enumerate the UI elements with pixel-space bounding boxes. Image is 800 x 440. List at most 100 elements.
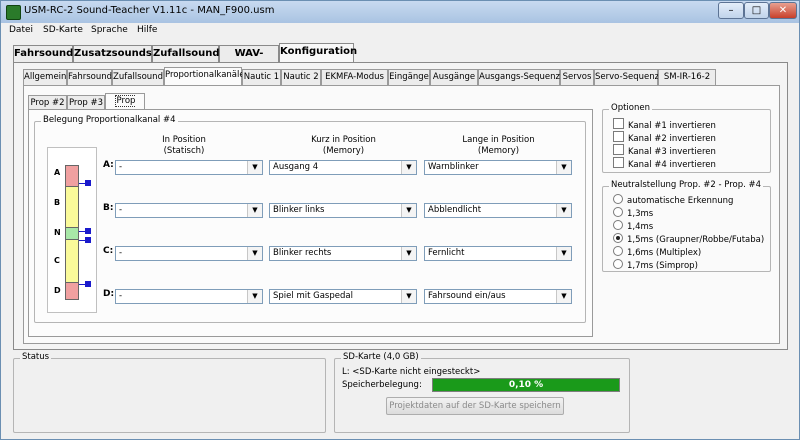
combo-a-static[interactable]: - ▼ — [115, 160, 263, 175]
radio-1-4ms[interactable]: 1,4ms — [613, 220, 653, 232]
radio-1-7ms[interactable]: 1,7ms (Simprop) — [613, 259, 698, 271]
chevron-down-icon[interactable]: ▼ — [401, 247, 416, 260]
tab-servos[interactable]: Servos — [560, 69, 594, 85]
radio-label: 1,4ms — [627, 222, 654, 232]
combo-d-static[interactable]: - ▼ — [115, 289, 263, 304]
menu-hilfe[interactable]: Hilfe — [137, 25, 157, 35]
marker-handle-bn[interactable] — [85, 228, 91, 234]
chevron-down-icon[interactable]: ▼ — [247, 204, 262, 217]
checkbox-label: Kanal #3 invertieren — [628, 147, 716, 157]
marker-handle-cd[interactable] — [85, 281, 91, 287]
tab-prop-2[interactable]: Prop #2 — [28, 95, 67, 110]
chevron-down-icon[interactable]: ▼ — [556, 247, 571, 260]
status-group-legend: Status — [20, 352, 52, 362]
combo-a-long[interactable]: Warnblinker ▼ — [424, 160, 572, 175]
tab-ausgaenge[interactable]: Ausgänge — [430, 69, 478, 85]
tab-config-zufallsound[interactable]: Zufallsound — [112, 69, 164, 85]
combo-c-static[interactable]: - ▼ — [115, 246, 263, 261]
channel-position-diagram: A B N C D — [47, 147, 97, 313]
chevron-down-icon[interactable]: ▼ — [556, 204, 571, 217]
combo-c-long[interactable]: Fernlicht ▼ — [424, 246, 572, 261]
tab-ausgangs-sequenz[interactable]: Ausgangs-Sequenz — [478, 69, 560, 85]
checkbox-box[interactable] — [613, 131, 624, 142]
diagram-label-c: C — [54, 256, 60, 265]
zone-a — [65, 165, 79, 187]
assignment-group-legend: Belegung Proportionalkanal #4 — [41, 115, 178, 125]
marker-handle-ab[interactable] — [85, 180, 91, 186]
radio-button-selected[interactable] — [613, 233, 623, 243]
tab-nautic-1[interactable]: Nautic 1 — [242, 69, 281, 85]
maximize-button[interactable]: □ — [744, 2, 769, 19]
combo-c-short-value: Blinker rechts — [273, 248, 332, 258]
combo-d-long[interactable]: Fahrsound ein/aus ▼ — [424, 289, 572, 304]
tab-ekmfa-modus[interactable]: EKMFA-Modus — [321, 69, 388, 85]
checkbox-box[interactable] — [613, 157, 624, 168]
tab-nautic-2[interactable]: Nautic 2 — [281, 69, 321, 85]
tab-sm-ir-16-2[interactable]: SM-IR-16-2 — [658, 69, 716, 85]
tab-zufallsounds[interactable]: Zufallsounds — [152, 45, 226, 62]
checkbox-label: Kanal #1 invertieren — [628, 121, 716, 131]
col-head-short-line1: Kurz in Position — [311, 135, 376, 145]
checkbox-invert-kanal-3[interactable]: Kanal #3 invertieren — [613, 144, 716, 157]
combo-b-static-value: - — [119, 205, 123, 215]
radio-button[interactable] — [613, 246, 623, 256]
chevron-down-icon[interactable]: ▼ — [556, 161, 571, 174]
tab-servo-sequenz[interactable]: Servo-Sequenz — [594, 69, 659, 85]
radio-auto-detect[interactable]: automatische Erkennung — [613, 194, 733, 206]
tab-fahrsound[interactable]: Fahrsound — [13, 45, 73, 62]
radio-button[interactable] — [613, 259, 623, 269]
checkbox-label: Kanal #2 invertieren — [628, 134, 716, 144]
radio-1-3ms[interactable]: 1,3ms — [613, 207, 653, 219]
menu-sprache[interactable]: Sprache — [91, 25, 128, 35]
checkbox-invert-kanal-4[interactable]: Kanal #4 invertieren — [613, 157, 716, 170]
checkbox-box[interactable] — [613, 118, 624, 129]
radio-1-6ms[interactable]: 1,6ms (Multiplex) — [613, 246, 701, 258]
radio-label: 1,6ms (Multiplex) — [627, 248, 702, 258]
radio-1-5ms[interactable]: 1,5ms (Graupner/Robbe/Futaba) — [613, 233, 764, 245]
chevron-down-icon[interactable]: ▼ — [247, 161, 262, 174]
checkbox-invert-kanal-1[interactable]: Kanal #1 invertieren — [613, 118, 716, 131]
chevron-down-icon[interactable]: ▼ — [247, 290, 262, 303]
combo-d-long-value: Fahrsound ein/aus — [428, 291, 506, 301]
menu-datei[interactable]: Datei — [9, 25, 33, 35]
chevron-down-icon[interactable]: ▼ — [556, 290, 571, 303]
combo-c-short[interactable]: Blinker rechts ▼ — [269, 246, 417, 261]
chevron-down-icon[interactable]: ▼ — [401, 290, 416, 303]
chevron-down-icon[interactable]: ▼ — [247, 247, 262, 260]
tab-config-fahrsound[interactable]: Fahrsound — [67, 69, 112, 85]
tab-zusatzsounds[interactable]: Zusatzsounds — [73, 45, 152, 62]
checkbox-invert-kanal-2[interactable]: Kanal #2 invertieren — [613, 131, 716, 144]
row-label-a: A: — [103, 160, 114, 170]
combo-b-long-value: Abblendlicht — [428, 205, 482, 215]
tab-prop-3[interactable]: Prop #3 — [67, 95, 105, 110]
radio-button[interactable] — [613, 220, 623, 230]
combo-a-short[interactable]: Ausgang 4 ▼ — [269, 160, 417, 175]
tab-konfiguration[interactable]: Konfiguration — [279, 43, 357, 63]
combo-b-short[interactable]: Blinker links ▼ — [269, 203, 417, 218]
marker-handle-nc[interactable] — [85, 237, 91, 243]
sd-card-group-legend: SD-Karte (4,0 GB) — [341, 352, 421, 362]
tab-allgemein[interactable]: Allgemein — [23, 69, 67, 85]
close-button[interactable]: ✕ — [769, 2, 797, 19]
save-project-to-sd-button[interactable]: Projektdaten auf der SD-Karte speichern — [386, 397, 564, 415]
combo-b-static[interactable]: - ▼ — [115, 203, 263, 218]
tab-proportionalkanaele[interactable]: Proportionalkanäle — [164, 67, 245, 85]
radio-button[interactable] — [613, 207, 623, 217]
tab-prop-4[interactable]: Prop #4 — [105, 93, 145, 121]
row-label-c: C: — [103, 246, 114, 256]
tab-wav-player[interactable]: WAV-Player — [219, 45, 279, 75]
chevron-down-icon[interactable]: ▼ — [401, 204, 416, 217]
combo-b-long[interactable]: Abblendlicht ▼ — [424, 203, 572, 218]
menu-sd-karte[interactable]: SD-Karte — [43, 25, 83, 35]
checkbox-box[interactable] — [613, 144, 624, 155]
neutral-group-legend: Neutralstellung Prop. #2 - Prop. #4 — [609, 180, 764, 190]
combo-d-short[interactable]: Spiel mit Gaspedal ▼ — [269, 289, 417, 304]
diagram-label-n: N — [54, 228, 61, 237]
sd-card-drive-status: L: <SD-Karte nicht eingesteckt> — [342, 367, 481, 377]
title-bar[interactable]: USM-RC-2 Sound-Teacher V1.11c - MAN_F900… — [1, 1, 799, 23]
row-label-d: D: — [103, 289, 115, 299]
radio-button[interactable] — [613, 194, 623, 204]
chevron-down-icon[interactable]: ▼ — [401, 161, 416, 174]
tab-eingaenge[interactable]: Eingänge — [388, 69, 430, 85]
minimize-button[interactable]: – — [718, 2, 744, 19]
